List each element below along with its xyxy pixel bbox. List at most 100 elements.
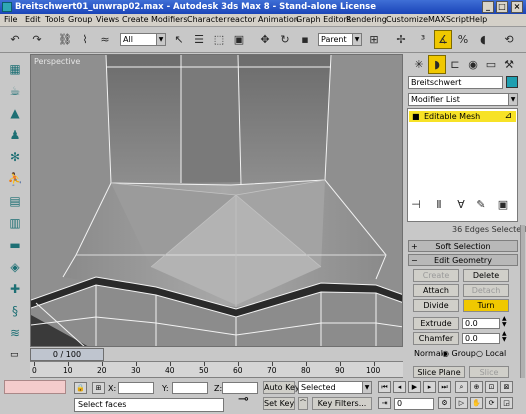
cone-icon[interactable]: ▲ bbox=[6, 104, 24, 122]
bind-space-warp-icon[interactable]: ≈ bbox=[96, 30, 114, 49]
configure-modifier-sets-icon[interactable]: ▣ bbox=[496, 195, 510, 214]
menu-reactor[interactable]: reactor bbox=[227, 15, 256, 24]
select-and-rotate-icon[interactable]: ↻ bbox=[276, 30, 294, 49]
menu-character[interactable]: Character bbox=[187, 15, 227, 24]
next-frame-icon[interactable]: ▸ bbox=[423, 381, 436, 393]
zoom-extents-all-icon[interactable]: ⊠ bbox=[500, 381, 513, 393]
selection-filter-dropdown[interactable]: All ▼ bbox=[120, 33, 166, 46]
key-filters-button[interactable]: Key Filters... bbox=[312, 397, 372, 410]
plus-icon[interactable]: ■ bbox=[412, 111, 420, 122]
menu-tools[interactable]: Tools bbox=[45, 15, 65, 24]
extrude-spinner-icon[interactable]: ▲ ▼ bbox=[502, 316, 507, 328]
perspective-viewport[interactable]: Perspective bbox=[30, 54, 403, 347]
normal-group-radio[interactable]: ◉ Group bbox=[442, 349, 476, 358]
pipe-icon[interactable]: ◈ bbox=[6, 258, 24, 276]
percent-snap-icon[interactable]: % bbox=[454, 30, 472, 49]
menu-create[interactable]: Create bbox=[122, 15, 149, 24]
divide-button[interactable]: Divide bbox=[413, 299, 459, 312]
minimize-button[interactable]: _ bbox=[482, 1, 494, 13]
snaps-toggle-icon[interactable]: ³ bbox=[414, 30, 432, 49]
select-and-scale-icon[interactable]: ▪ bbox=[296, 30, 314, 49]
default-in-out-tangent-icon[interactable]: ⌒ bbox=[298, 397, 308, 410]
select-and-move-icon[interactable]: ✥ bbox=[256, 30, 274, 49]
modify-tab-icon[interactable]: ◗ bbox=[428, 55, 446, 74]
teapot-icon[interactable]: ☕ bbox=[6, 82, 24, 100]
maximize-viewport-icon[interactable]: ◲ bbox=[500, 397, 513, 409]
key-mode-toggle-icon[interactable]: ⇥ bbox=[378, 397, 391, 409]
make-unique-icon[interactable]: ∀ bbox=[454, 195, 468, 214]
x-coordinate-input[interactable] bbox=[118, 382, 154, 394]
turn-button[interactable]: Turn bbox=[463, 299, 509, 312]
object-color-swatch[interactable] bbox=[506, 76, 518, 88]
box-icon[interactable]: ▤ bbox=[6, 192, 24, 210]
menu-group[interactable]: Group bbox=[68, 15, 92, 24]
slice-button[interactable]: Slice bbox=[469, 366, 509, 378]
select-and-manipulate-icon[interactable]: ✢ bbox=[392, 30, 410, 49]
menu-customize[interactable]: Customize bbox=[386, 15, 428, 24]
soft-selection-rollout[interactable]: + Soft Selection bbox=[408, 240, 518, 252]
named-selection-icon[interactable]: ⟲ bbox=[500, 30, 518, 49]
stack-icon[interactable]: ▥ bbox=[6, 214, 24, 232]
key-mode-dropdown[interactable]: Selected ▼ bbox=[298, 381, 372, 394]
show-end-result-icon[interactable]: Ⅱ bbox=[432, 195, 446, 214]
zoom-all-icon[interactable]: ⊕ bbox=[470, 381, 483, 393]
zoom-extents-icon[interactable]: ⊡ bbox=[485, 381, 498, 393]
track-bar[interactable]: 0 10 20 30 40 50 60 70 80 90 100 bbox=[30, 361, 403, 378]
menu-modifiers[interactable]: Modifiers bbox=[151, 15, 188, 24]
arc-rotate-icon[interactable]: ⟳ bbox=[485, 397, 498, 409]
zoom-icon[interactable]: ⌕ bbox=[455, 381, 468, 393]
go-to-start-icon[interactable]: ⏮ bbox=[378, 381, 391, 393]
y-coordinate-input[interactable] bbox=[172, 382, 208, 394]
select-by-name-icon[interactable]: ☰ bbox=[190, 30, 208, 49]
key-icon[interactable]: ⊸ bbox=[238, 392, 249, 407]
wave-icon[interactable]: ≋ bbox=[6, 324, 24, 342]
figure-icon[interactable]: ⛹ bbox=[6, 170, 24, 188]
remove-modifier-icon[interactable]: ✎ bbox=[474, 195, 488, 214]
tube-icon[interactable]: ▬ bbox=[6, 236, 24, 254]
delete-button[interactable]: Delete bbox=[463, 269, 509, 282]
close-button[interactable]: × bbox=[511, 1, 523, 13]
chamfer-button[interactable]: Chamfer bbox=[413, 332, 459, 345]
maxscript-listener-input[interactable] bbox=[4, 380, 66, 394]
display-tab-icon[interactable]: ▭ bbox=[482, 55, 500, 74]
set-key-button[interactable]: Set Key bbox=[263, 397, 295, 410]
slice-plane-button[interactable]: Slice Plane bbox=[413, 366, 465, 378]
pin-stack-icon[interactable]: ⊣ bbox=[409, 195, 423, 214]
auto-key-button[interactable]: Auto Key bbox=[263, 381, 300, 394]
select-object-icon[interactable]: ↖ bbox=[170, 30, 188, 49]
normal-local-radio[interactable]: ○ Local bbox=[476, 349, 506, 358]
lock-selection-icon[interactable]: 🔒 bbox=[74, 382, 87, 394]
unlink-icon[interactable]: ⌇ bbox=[76, 30, 94, 49]
current-frame-input[interactable]: 0 bbox=[394, 398, 434, 410]
redo-icon[interactable]: ↷ bbox=[28, 30, 46, 49]
rectangular-selection-icon[interactable]: ⬚ bbox=[210, 30, 228, 49]
mini-curve-editor-icon[interactable]: ▭ bbox=[10, 350, 19, 360]
viewport-label[interactable]: Perspective bbox=[34, 57, 80, 66]
edit-geometry-rollout[interactable]: − Edit Geometry bbox=[408, 254, 518, 266]
chamfer-amount-input[interactable]: 0.0 bbox=[462, 333, 500, 344]
select-and-link-icon[interactable]: ⛓ bbox=[56, 30, 74, 49]
stack-item-editable-mesh[interactable]: ■ Editable Mesh ⊿ bbox=[409, 111, 516, 122]
menu-rendering[interactable]: Rendering bbox=[346, 15, 387, 24]
extrude-amount-input[interactable]: 0.0 bbox=[462, 318, 500, 329]
menu-graph-editors[interactable]: Graph Editors bbox=[296, 15, 351, 24]
chess-piece-icon[interactable]: ♟ bbox=[6, 126, 24, 144]
undo-icon[interactable]: ↶ bbox=[6, 30, 24, 49]
utilities-tab-icon[interactable]: ⚒ bbox=[500, 55, 518, 74]
absolute-mode-icon[interactable]: ⊞ bbox=[92, 382, 105, 394]
motion-tab-icon[interactable]: ◉ bbox=[464, 55, 482, 74]
object-name-field[interactable]: Breitschwert bbox=[408, 76, 503, 89]
time-configuration-icon[interactable]: ⚙ bbox=[438, 397, 451, 409]
time-slider[interactable]: 0 / 100 bbox=[30, 348, 104, 361]
helper-icon[interactable]: ✚ bbox=[6, 280, 24, 298]
cube-icon[interactable]: ▦ bbox=[6, 60, 24, 78]
play-icon[interactable]: ▶ bbox=[408, 381, 421, 393]
go-to-end-icon[interactable]: ⏭ bbox=[438, 381, 451, 393]
window-crossing-icon[interactable]: ▣ bbox=[230, 30, 248, 49]
extrude-button[interactable]: Extrude bbox=[413, 317, 459, 330]
maximize-button[interactable]: □ bbox=[496, 1, 508, 13]
panel-scrollbar[interactable] bbox=[520, 225, 525, 378]
pan-icon[interactable]: ✋ bbox=[470, 397, 483, 409]
chamfer-spinner-icon[interactable]: ▲ ▼ bbox=[502, 331, 507, 343]
hierarchy-tab-icon[interactable]: ⊏ bbox=[446, 55, 464, 74]
